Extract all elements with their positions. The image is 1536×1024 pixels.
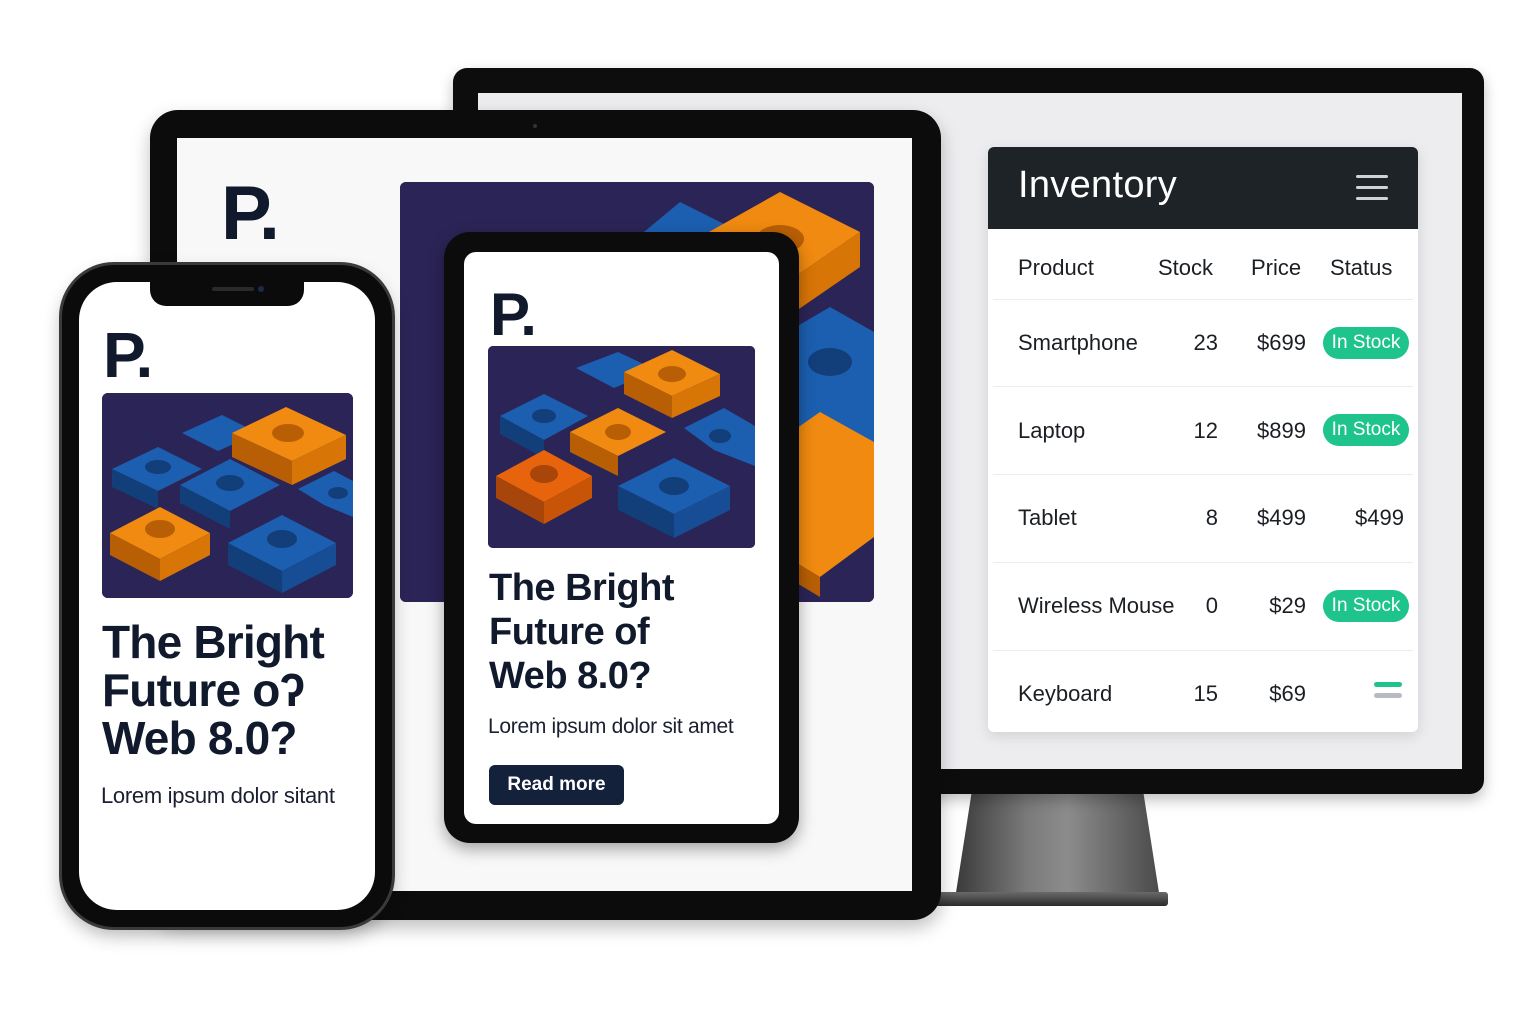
status-badge: In Stock	[1323, 414, 1409, 446]
cell-product: Wireless Mouse	[1018, 593, 1175, 618]
headline-line: Future oʔ	[102, 664, 305, 716]
tablet-logo: P.	[221, 171, 280, 256]
phone-hero-image	[102, 393, 353, 598]
cell-stock: 23	[1193, 330, 1218, 355]
inventory-header: Inventory	[988, 147, 1418, 229]
cell-price: $499	[1257, 505, 1306, 530]
cell-stock: 12	[1193, 418, 1218, 443]
column-header-stock: Stock	[1158, 255, 1214, 280]
cell-product: Smartphone	[1018, 330, 1138, 355]
column-header-price: Price	[1251, 255, 1302, 280]
inventory-title: Inventory	[1018, 164, 1178, 206]
cell-price: $69	[1269, 681, 1306, 706]
mini-tablet-logo: P.	[490, 281, 537, 348]
cell-product: Tablet	[1018, 505, 1077, 530]
blocks-illustration	[488, 346, 755, 548]
hamburger-menu-icon[interactable]	[1356, 175, 1388, 201]
monitor-stand-foot	[930, 892, 1168, 906]
headline-line: The Bright	[489, 567, 674, 609]
phone-headline: The Bright Future oʔ Web 8.0?	[102, 618, 392, 762]
cell-price: $699	[1257, 330, 1306, 355]
status-bars-icon	[1374, 682, 1402, 700]
row-divider	[993, 386, 1413, 387]
read-more-button[interactable]: Read more	[489, 765, 624, 805]
cell-product: Laptop	[1018, 418, 1086, 443]
inventory-card: Inventory Product Stock Price Status Sma…	[988, 147, 1418, 732]
cell-price: $29	[1269, 593, 1306, 618]
headline-line: Web 8.0?	[489, 655, 652, 697]
phone-excerpt: Lorem ipsum dolor sitant	[101, 783, 335, 808]
phone-logo: P.	[103, 319, 153, 391]
row-divider	[993, 562, 1413, 563]
cell-product: Keyboard	[1018, 681, 1113, 706]
mini-tablet-hero-image	[488, 346, 755, 548]
monitor-stand-neck	[955, 794, 1160, 899]
mini-tablet-headline: The Bright Future of Web 8.0?	[489, 566, 779, 698]
phone-speaker	[212, 287, 254, 291]
cell-stock: 8	[1205, 505, 1218, 530]
cell-stock: 0	[1205, 593, 1218, 618]
status-badge: In Stock	[1323, 327, 1409, 359]
cell-price: $899	[1257, 418, 1306, 443]
row-divider	[993, 474, 1413, 475]
row-divider	[993, 299, 1413, 300]
cell-stock: 15	[1193, 681, 1218, 706]
blocks-illustration	[102, 393, 353, 598]
headline-line: The Bright	[102, 616, 325, 668]
phone-notch	[150, 280, 304, 306]
cell-status: $499	[1355, 505, 1404, 530]
headline-line: Web 8.0?	[102, 712, 298, 764]
column-header-status: Status	[1330, 255, 1393, 280]
status-badge: In Stock	[1323, 590, 1409, 622]
headline-line: Future of	[489, 611, 650, 653]
phone-camera-icon	[258, 286, 264, 292]
row-divider	[993, 650, 1413, 651]
mini-tablet-excerpt: Lorem ipsum dolor sit amet	[488, 715, 734, 738]
column-header-product: Product	[1018, 255, 1094, 280]
tablet-camera	[533, 124, 537, 128]
